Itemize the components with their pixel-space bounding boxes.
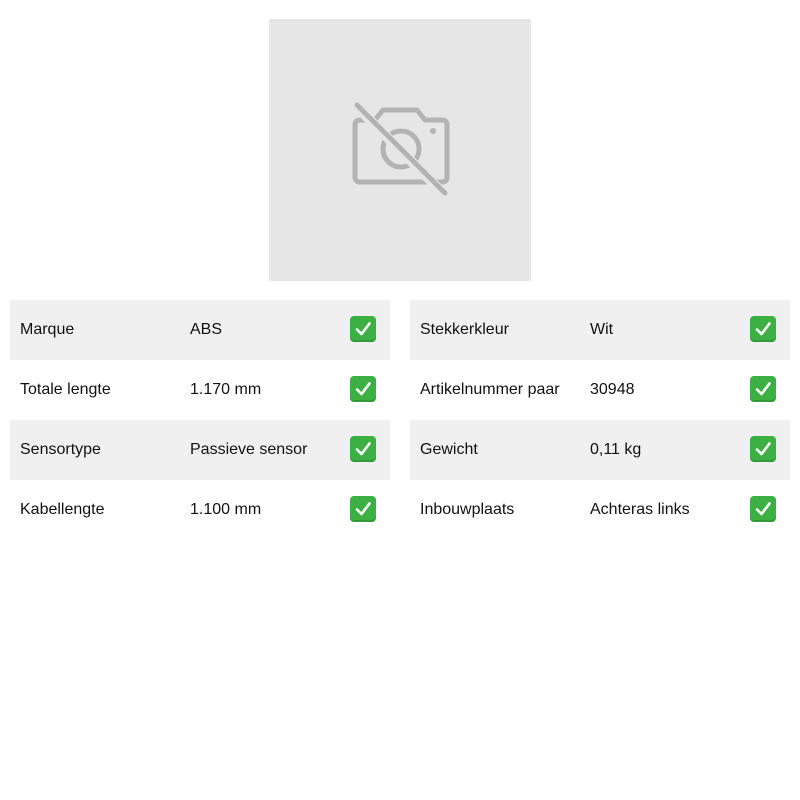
spec-label: Artikelnummer paar <box>420 381 560 398</box>
check-mark-icon <box>350 496 376 522</box>
spec-label: Gewicht <box>420 441 478 458</box>
spec-row: Artikelnummer paar 30948 <box>410 360 790 420</box>
check-mark-icon <box>750 376 776 402</box>
spec-row: Inbouwplaats Achteras links <box>410 480 790 540</box>
spec-label: Totale lengte <box>20 381 111 398</box>
spec-table-right: Stekkerkleur Wit Artikelnummer paar 3094… <box>410 300 790 540</box>
spec-label: Inbouwplaats <box>420 501 515 518</box>
spec-row: Kabellengte 1.100 mm <box>10 480 390 540</box>
spec-row: Sensortype Passieve sensor <box>10 420 390 480</box>
spec-label: Kabellengte <box>20 501 105 518</box>
spec-label: Marque <box>20 321 75 338</box>
spec-row: Gewicht 0,11 kg <box>410 420 790 480</box>
spec-value: 30948 <box>590 381 635 398</box>
spec-value: 1.170 mm <box>190 381 262 398</box>
spec-row: Totale lengte 1.170 mm <box>10 360 390 420</box>
spec-row: Marque ABS <box>10 300 390 360</box>
spec-value: Wit <box>590 321 614 338</box>
check-mark-icon <box>350 316 376 342</box>
spec-value: 0,11 kg <box>590 441 642 458</box>
spec-label: Stekkerkleur <box>420 321 509 338</box>
check-mark-icon <box>750 316 776 342</box>
spec-value: 1.100 mm <box>190 501 262 518</box>
spec-table-left: Marque ABS Totale lengte 1.170 mm Sensor… <box>10 300 390 540</box>
spec-label: Sensortype <box>20 441 101 458</box>
spec-value: ABS <box>190 321 223 338</box>
no-photo-icon <box>350 100 450 200</box>
check-mark-icon <box>750 436 776 462</box>
spec-row: Stekkerkleur Wit <box>410 300 790 360</box>
spec-value: Passieve sensor <box>190 441 308 458</box>
spec-value: Achteras links <box>590 501 690 518</box>
check-mark-icon <box>350 376 376 402</box>
product-image-placeholder <box>269 19 531 281</box>
check-mark-icon <box>750 496 776 522</box>
check-mark-icon <box>350 436 376 462</box>
